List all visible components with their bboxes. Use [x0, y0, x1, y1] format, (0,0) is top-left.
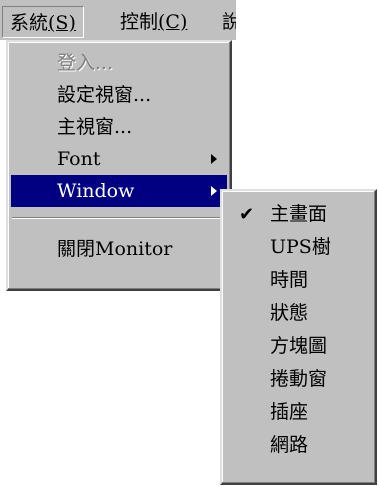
menu-item-main-window[interactable]: 主視窗...: [11, 111, 227, 143]
submenu-item-block-diagram[interactable]: 方塊圖: [225, 330, 372, 363]
menu-system-label: 系統: [10, 12, 49, 34]
menu-control-mnemonic: (C): [158, 11, 188, 33]
menu-control-label: 控制: [120, 11, 159, 33]
menu-item-font-label: Font: [57, 148, 101, 170]
submenu-item-ups-tree-label: UPS樹: [270, 236, 331, 258]
menu-item-close-monitor-label: 關閉Monitor: [57, 238, 173, 260]
menu-help-partial-label: 說: [222, 11, 236, 33]
menu-help-partial[interactable]: 說: [222, 6, 236, 38]
submenu-item-scroll-window[interactable]: 捲動窗: [225, 363, 372, 396]
menu-item-close-monitor[interactable]: 關閉Monitor: [11, 233, 227, 265]
menu-item-settings-window[interactable]: 設定視窗...: [11, 79, 227, 111]
menu-separator: [12, 217, 226, 219]
menu-item-login: 登入...: [11, 47, 227, 79]
menu-system-mnemonic: (S): [48, 12, 76, 34]
menu-system[interactable]: 系統(S): [2, 6, 84, 38]
menu-item-font[interactable]: Font: [11, 143, 227, 175]
submenu-item-main-screen-label: 主畫面: [270, 203, 328, 225]
window-submenu: ✔ 主畫面 UPS樹 時間 狀態 方塊圖 捲動窗 插座 網路: [220, 189, 377, 485]
menu-control[interactable]: 控制(C): [113, 6, 194, 38]
submenu-item-outlet-label: 插座: [270, 401, 309, 423]
submenu-item-block-diagram-label: 方塊圖: [270, 335, 328, 357]
submenu-item-time-label: 時間: [270, 269, 309, 291]
submenu-arrow-icon: [211, 154, 217, 164]
submenu-item-scroll-window-label: 捲動窗: [270, 368, 328, 390]
menu-item-window[interactable]: Window: [11, 175, 227, 207]
submenu-item-ups-tree[interactable]: UPS樹: [225, 231, 372, 264]
menu-item-main-window-label: 主視窗...: [57, 116, 133, 138]
menu-bar: 系統(S) 控制(C) 說: [0, 0, 236, 40]
submenu-item-time[interactable]: 時間: [225, 264, 372, 297]
submenu-item-network[interactable]: 網路: [225, 429, 372, 462]
checkmark-icon: ✔: [239, 204, 255, 225]
menu-item-window-label: Window: [57, 180, 135, 202]
submenu-item-status[interactable]: 狀態: [225, 297, 372, 330]
menu-item-login-label: 登入...: [57, 52, 114, 74]
submenu-item-main-screen[interactable]: ✔ 主畫面: [225, 198, 372, 231]
system-menu: 登入... 設定視窗... 主視窗... Font Window 關閉Monit…: [6, 40, 232, 291]
submenu-item-status-label: 狀態: [270, 302, 309, 324]
menu-item-settings-window-label: 設定視窗...: [57, 84, 152, 106]
submenu-item-outlet[interactable]: 插座: [225, 396, 372, 429]
submenu-arrow-icon: [211, 186, 217, 196]
submenu-item-network-label: 網路: [270, 434, 309, 456]
